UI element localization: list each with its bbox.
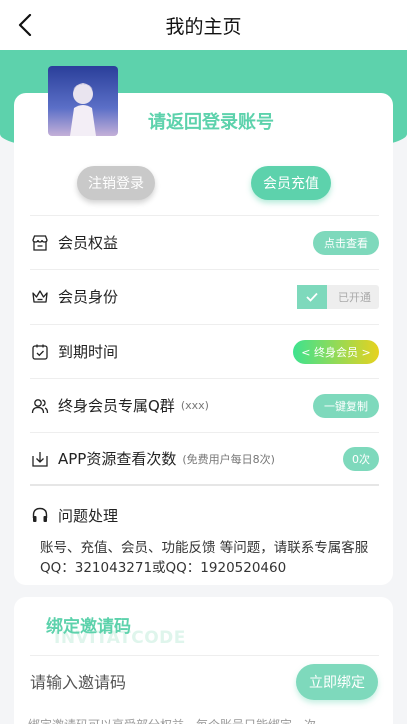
divider	[30, 655, 379, 656]
row-member-status: 会员身份 已开通	[30, 269, 379, 323]
recharge-button[interactable]: 会员充值	[251, 166, 331, 200]
invite-note: 绑定邀请码可以享受部分权益，每个账号只能绑定一次	[28, 716, 388, 724]
row-label: 会员权益	[58, 234, 119, 252]
download-icon	[30, 449, 50, 469]
row-label: APP资源查看次数	[58, 450, 177, 468]
calendar-check-icon	[30, 342, 50, 362]
member-status-badge: 已开通	[297, 284, 379, 309]
row-member-benefits[interactable]: 会员权益 点击查看	[30, 215, 379, 269]
headphones-icon	[30, 505, 50, 525]
bind-button[interactable]: 立即绑定	[296, 664, 378, 700]
copy-button[interactable]: 一键复制	[313, 393, 379, 418]
row-hint: (免费用户每日8次)	[182, 452, 275, 466]
view-benefits-button[interactable]: 点击查看	[313, 230, 379, 255]
crown-icon	[30, 287, 50, 307]
row-label: 问题处理	[58, 506, 119, 525]
top-bar: 我的主页	[0, 0, 407, 50]
row-view-count: APP资源查看次数 (免费用户每日8次) 0次	[30, 432, 379, 486]
row-label: 终身会员专属Q群	[58, 397, 175, 415]
row-expiry: 到期时间 < 终身会员 >	[30, 324, 379, 378]
view-count-badge: 0次	[343, 446, 379, 471]
check-icon	[297, 284, 327, 309]
row-label: 到期时间	[58, 343, 119, 361]
row-hint: (xxx)	[180, 399, 209, 412]
page-title: 我的主页	[165, 15, 242, 38]
users-icon	[30, 396, 50, 416]
avatar[interactable]	[48, 66, 118, 136]
row-label: 会员身份	[58, 288, 119, 306]
invite-title: 绑定邀请码	[46, 617, 131, 637]
row-qq-group: 终身会员专属Q群 (xxx) 一键复制	[30, 378, 379, 432]
row-support: 问题处理	[30, 488, 379, 542]
back-icon[interactable]	[12, 12, 38, 38]
invite-code-input[interactable]	[30, 664, 280, 700]
logout-button[interactable]: 注销登录	[77, 166, 155, 200]
support-contact-text: 账号、充值、会员、功能反馈 等问题，请联系专属客服 QQ：321043271或Q…	[40, 540, 369, 576]
store-icon	[30, 233, 50, 253]
status-text: 已开通	[338, 290, 371, 304]
login-prompt[interactable]: 请返回登录账号	[148, 108, 274, 134]
lifetime-member-badge[interactable]: < 终身会员 >	[293, 339, 379, 364]
